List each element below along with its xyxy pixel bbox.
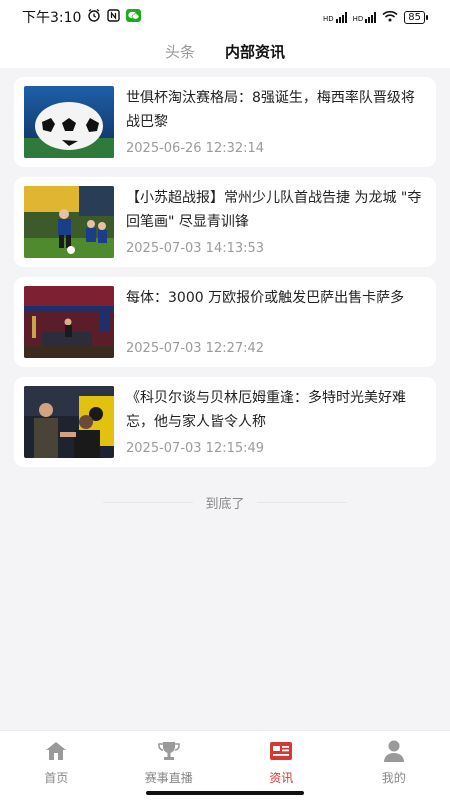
nfc-icon [107, 8, 121, 26]
nav-live-matches[interactable]: 赛事直播 [113, 731, 226, 800]
wechat-icon [126, 8, 142, 26]
signal-bars-1-icon [335, 11, 347, 23]
article-thumbnail [24, 186, 114, 258]
home-indicator[interactable] [146, 791, 304, 795]
end-of-list: 到底了 [0, 493, 450, 512]
article-text: 世俱杯淘汰赛格局：8强诞生，梅西率队晋级将战巴黎 2025-06-26 12:3… [126, 86, 426, 158]
status-right: HD HD 85 [323, 10, 428, 25]
net-label-2: HD [352, 15, 364, 23]
article-title: 世俱杯淘汰赛格局：8强诞生，梅西率队晋级将战巴黎 [126, 90, 415, 130]
article-thumbnail [24, 86, 114, 158]
article-thumbnail [24, 386, 114, 458]
nav-label: 赛事直播 [144, 771, 193, 785]
article-card[interactable]: 【小苏超战报】常州少儿队首战告捷 为龙城 "夺回笔画" 尽显青训锋 2025-0… [14, 177, 436, 267]
nav-profile[interactable]: 我的 [338, 731, 450, 800]
net-label-1: HD [322, 15, 334, 23]
tab-internal-news[interactable]: 内部资讯 [225, 41, 285, 62]
article-card[interactable]: 世俱杯淘汰赛格局：8强诞生，梅西率队晋级将战巴黎 2025-06-26 12:3… [14, 77, 436, 167]
nav-label: 我的 [381, 771, 406, 785]
wifi-icon [382, 10, 398, 25]
nav-label: 资讯 [269, 771, 294, 785]
article-title: 每体：3000 万欧报价或触发巴萨出售卡萨多 [126, 290, 405, 306]
signal-1: HD [323, 11, 347, 23]
signal-2: HD [353, 11, 377, 23]
article-text: 【小苏超战报】常州少儿队首战告捷 为龙城 "夺回笔画" 尽显青训锋 2025-0… [126, 186, 426, 258]
article-title: 【小苏超战报】常州少儿队首战告捷 为龙城 "夺回笔画" 尽显青训锋 [126, 190, 422, 230]
nav-news[interactable]: 资讯 [225, 731, 338, 800]
status-bar: 下午3:10 HD HD 85 [0, 0, 450, 34]
article-time: 2025-06-26 12:32:14 [126, 141, 265, 156]
article-text: 《科贝尔谈与贝林厄姆重逢：多特时光美好难忘，他与家人皆令人称 2025-07-0… [126, 386, 426, 458]
battery-level: 85 [404, 10, 425, 24]
article-list: 世俱杯淘汰赛格局：8强诞生，梅西率队晋级将战巴黎 2025-06-26 12:3… [14, 77, 436, 477]
divider [256, 502, 347, 503]
battery-icon: 85 [404, 10, 428, 24]
signal-bars-2-icon [365, 11, 377, 23]
article-text: 每体：3000 万欧报价或触发巴萨出售卡萨多 2025-07-03 12:27:… [126, 286, 426, 358]
article-time: 2025-07-03 12:15:49 [126, 441, 265, 456]
trophy-icon [157, 739, 181, 763]
status-left: 下午3:10 [22, 7, 142, 27]
alarm-icon [87, 8, 101, 26]
profile-icon [382, 739, 406, 763]
top-tabs: 头条 内部资讯 [0, 34, 450, 68]
tab-headlines[interactable]: 头条 [165, 41, 195, 62]
article-card[interactable]: 《科贝尔谈与贝林厄姆重逢：多特时光美好难忘，他与家人皆令人称 2025-07-0… [14, 377, 436, 467]
article-title: 《科贝尔谈与贝林厄姆重逢：多特时光美好难忘，他与家人皆令人称 [126, 390, 406, 430]
article-card[interactable]: 每体：3000 万欧报价或触发巴萨出售卡萨多 2025-07-03 12:27:… [14, 277, 436, 367]
home-icon [44, 739, 68, 763]
end-of-list-text: 到底了 [205, 497, 245, 512]
article-time: 2025-07-03 12:27:42 [126, 341, 265, 356]
nav-label: 首页 [44, 771, 69, 785]
divider [103, 502, 194, 503]
bottom-nav: 首页 赛事直播 资讯 我的 [0, 730, 450, 800]
news-icon [269, 739, 293, 763]
status-time: 下午3:10 [22, 10, 82, 26]
nav-home[interactable]: 首页 [0, 731, 113, 800]
article-time: 2025-07-03 14:13:53 [126, 241, 265, 256]
article-thumbnail [24, 286, 114, 358]
